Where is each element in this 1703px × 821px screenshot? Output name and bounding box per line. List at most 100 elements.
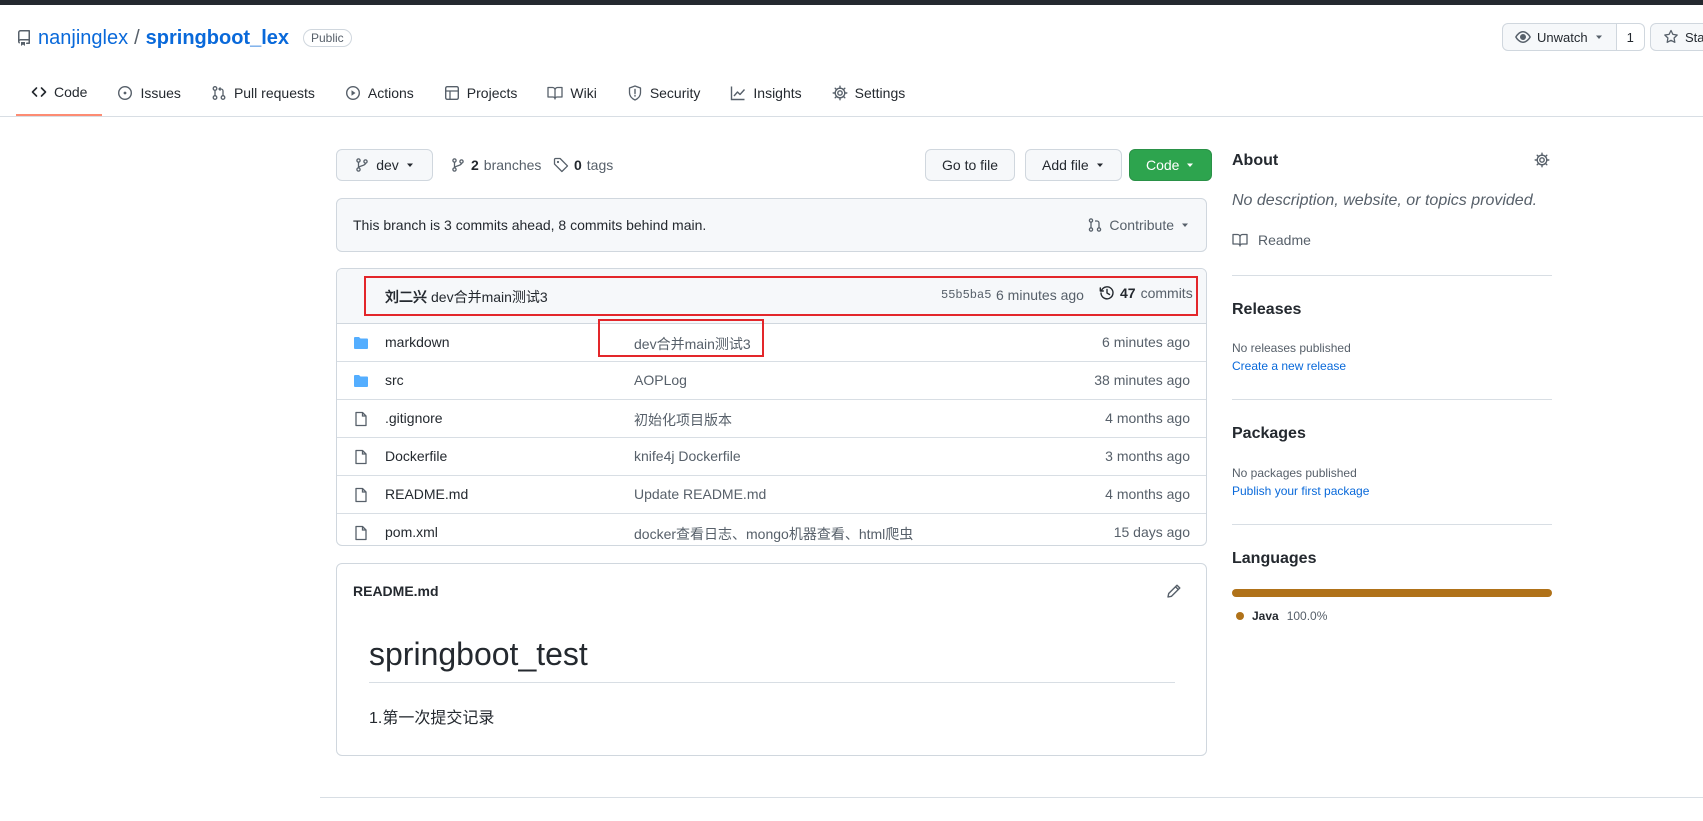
folder-icon xyxy=(353,373,369,389)
language-percent: 100.0% xyxy=(1286,609,1328,623)
readme-filename[interactable]: README.md xyxy=(353,583,439,599)
file-commit-time: 38 minutes ago xyxy=(1094,372,1190,388)
releases-title[interactable]: Releases xyxy=(1232,301,1301,319)
unwatch-label: Unwatch xyxy=(1537,29,1588,45)
issue-icon xyxy=(117,85,133,101)
pull-request-icon xyxy=(211,85,227,101)
file-commit-message[interactable]: docker查看日志、mongo机器查看、html爬虫 xyxy=(634,524,913,544)
watch-count[interactable]: 1 xyxy=(1616,23,1645,51)
create-release-link[interactable]: Create a new release xyxy=(1232,359,1346,373)
file-row[interactable]: .gitignore 初始化项目版本 4 months ago xyxy=(337,400,1206,438)
packages-title[interactable]: Packages xyxy=(1232,425,1306,443)
tags-count: 0 xyxy=(574,157,582,173)
readme-heading: springboot_test xyxy=(369,636,588,672)
file-icon xyxy=(353,525,369,541)
contribute-label: Contribute xyxy=(1109,217,1174,233)
repo-header: nanjinglex / springboot_lex Public xyxy=(16,24,352,52)
eye-icon xyxy=(1515,29,1531,45)
table-icon xyxy=(444,85,460,101)
readme-body: 1.第一次提交记录 xyxy=(369,710,495,727)
file-name[interactable]: pom.xml xyxy=(385,524,438,540)
packages-text: No packages published xyxy=(1232,466,1357,480)
language-color-dot xyxy=(1236,612,1244,620)
code-button-label: Code xyxy=(1146,157,1180,173)
readme-panel: README.md springboot_test 1.第一次提交记录 xyxy=(336,563,1207,756)
repo-owner-link[interactable]: nanjinglex xyxy=(38,27,128,50)
readme-link[interactable]: Readme xyxy=(1232,232,1311,248)
tab-wiki-label: Wiki xyxy=(570,85,597,101)
file-commit-message[interactable]: Update README.md xyxy=(634,486,766,502)
tags-link[interactable]: 0 tags xyxy=(553,149,613,181)
file-row[interactable]: README.md Update README.md 4 months ago xyxy=(337,476,1206,514)
top-strip xyxy=(0,0,1703,5)
repo-nav-tabs: Code Issues Pull requests Actions Projec… xyxy=(16,70,920,116)
code-button[interactable]: Code xyxy=(1129,149,1213,181)
file-commit-time: 4 months ago xyxy=(1105,486,1190,502)
file-name[interactable]: .gitignore xyxy=(385,410,443,426)
book-icon xyxy=(1232,232,1248,248)
tab-security-label: Security xyxy=(649,85,701,101)
file-row[interactable]: pom.xml docker查看日志、mongo机器查看、html爬虫 15 d… xyxy=(337,514,1206,545)
tab-pull-requests[interactable]: Pull requests xyxy=(196,70,330,116)
publish-package-link[interactable]: Publish your first package xyxy=(1232,484,1369,498)
tab-code-label: Code xyxy=(54,84,88,100)
about-title: About xyxy=(1232,152,1279,169)
branch-select-button[interactable]: dev xyxy=(336,149,433,181)
caret-down-icon xyxy=(1185,160,1195,170)
file-name[interactable]: README.md xyxy=(385,486,468,502)
gear-icon[interactable] xyxy=(1534,152,1550,168)
branches-link[interactable]: 2 branches xyxy=(450,149,541,181)
file-row[interactable]: markdown dev合并main测试3 6 minutes ago xyxy=(337,324,1206,362)
star-label: Sta xyxy=(1685,29,1703,45)
file-name[interactable]: markdown xyxy=(385,334,450,350)
tab-security[interactable]: Security xyxy=(612,70,716,116)
repo-name-link[interactable]: springboot_lex xyxy=(146,27,289,50)
releases-text: No releases published xyxy=(1232,341,1351,355)
book-icon xyxy=(547,85,564,101)
tab-projects[interactable]: Projects xyxy=(429,70,533,116)
tab-settings[interactable]: Settings xyxy=(817,70,921,116)
tags-label: tags xyxy=(586,157,614,173)
unwatch-button[interactable]: Unwatch xyxy=(1502,23,1617,51)
star-button[interactable]: Sta xyxy=(1650,23,1703,51)
code-icon xyxy=(31,84,47,100)
file-commit-time: 4 months ago xyxy=(1105,410,1190,426)
tab-wiki[interactable]: Wiki xyxy=(532,70,611,116)
git-branch-icon xyxy=(354,157,370,173)
language-name: Java xyxy=(1252,609,1279,623)
readme-divider xyxy=(369,682,1175,683)
tab-actions[interactable]: Actions xyxy=(330,70,429,116)
tab-actions-label: Actions xyxy=(367,85,414,101)
tab-issues-label: Issues xyxy=(140,85,181,101)
file-icon xyxy=(353,487,369,503)
branch-status-text: This branch is 3 commits ahead, 8 commit… xyxy=(353,217,707,233)
file-row[interactable]: Dockerfile knife4j Dockerfile 3 months a… xyxy=(337,438,1206,476)
file-commit-message[interactable]: AOPLog xyxy=(634,372,687,388)
file-name[interactable]: src xyxy=(385,372,404,388)
branch-status-box: This branch is 3 commits ahead, 8 commit… xyxy=(336,198,1207,252)
play-icon xyxy=(345,85,361,101)
repo-separator: / xyxy=(134,26,140,49)
gear-icon xyxy=(832,85,848,101)
tab-issues[interactable]: Issues xyxy=(102,70,195,116)
file-commit-message[interactable]: 初始化项目版本 xyxy=(634,410,732,430)
tab-insights[interactable]: Insights xyxy=(715,70,816,116)
repo-icon xyxy=(16,30,32,46)
sidebar-divider xyxy=(1232,275,1552,276)
add-file-button[interactable]: Add file xyxy=(1025,149,1122,181)
go-to-file-button[interactable]: Go to file xyxy=(925,149,1016,181)
contribute-button[interactable]: Contribute xyxy=(1087,217,1190,233)
file-row[interactable]: src AOPLog 38 minutes ago xyxy=(337,362,1206,400)
tab-code[interactable]: Code xyxy=(16,70,103,116)
language-item[interactable]: Java 100.0% xyxy=(1236,609,1327,623)
caret-down-icon xyxy=(1095,160,1105,170)
tag-icon xyxy=(553,157,569,173)
branch-name: dev xyxy=(376,157,399,173)
file-commit-message[interactable]: knife4j Dockerfile xyxy=(634,448,741,464)
file-name[interactable]: Dockerfile xyxy=(385,448,447,464)
watch-group: Unwatch 1 xyxy=(1502,23,1645,51)
readme-link-label: Readme xyxy=(1258,232,1311,248)
annotation-box-commit xyxy=(364,276,1198,316)
pencil-icon[interactable] xyxy=(1166,583,1182,599)
git-pull-request-icon xyxy=(1087,217,1103,233)
